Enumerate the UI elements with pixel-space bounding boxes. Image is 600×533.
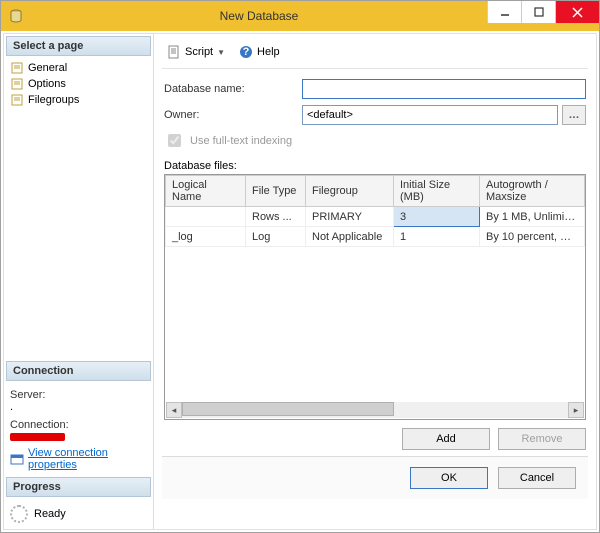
page-list: General Options Filegroups (4, 58, 153, 110)
page-item-general[interactable]: General (8, 60, 149, 76)
help-icon: ? (239, 45, 253, 59)
scroll-left-button[interactable]: ◂ (166, 402, 182, 418)
db-name-input[interactable] (302, 79, 586, 99)
link-text: View connection properties (28, 447, 147, 471)
cell-filegroup[interactable]: Not Applicable (306, 227, 394, 247)
col-filegroup[interactable]: Filegroup (306, 176, 394, 207)
server-label: Server: (10, 389, 147, 401)
server-value: . (10, 401, 147, 413)
chevron-down-icon: ▼ (217, 48, 225, 57)
page-label: Filegroups (28, 94, 79, 106)
main-panel: Script ▼ ? Help Database name: Owner: … (154, 34, 596, 529)
fulltext-checkbox (168, 134, 181, 147)
view-connection-properties-link[interactable]: View connection properties (10, 447, 147, 471)
owner-label: Owner: (164, 109, 302, 121)
grid-row[interactable]: Rows ... PRIMARY 3 By 1 MB, Unlimited (166, 207, 585, 227)
cancel-button[interactable]: Cancel (498, 467, 576, 489)
horizontal-scrollbar[interactable]: ◂ ▸ (166, 402, 584, 418)
remove-button: Remove (498, 428, 586, 450)
connection-label: Connection: (10, 419, 147, 431)
page-icon (10, 93, 24, 107)
files-grid[interactable]: Logical Name File Type Filegroup Initial… (164, 174, 586, 420)
cell-filegroup[interactable]: PRIMARY (306, 207, 394, 227)
window-controls (487, 1, 599, 31)
connection-value-redacted (10, 431, 147, 443)
close-button[interactable] (555, 1, 599, 23)
col-file-type[interactable]: File Type (246, 176, 306, 207)
page-label: Options (28, 78, 66, 90)
minimize-button[interactable] (487, 1, 521, 23)
page-item-filegroups[interactable]: Filegroups (8, 92, 149, 108)
scroll-thumb[interactable] (182, 402, 394, 416)
svg-text:?: ? (243, 46, 250, 58)
script-button[interactable]: Script ▼ (162, 42, 230, 62)
progress-status: Ready (34, 508, 66, 520)
connection-header: Connection (6, 361, 151, 381)
connection-block: Server: . Connection: View connection pr… (4, 383, 153, 475)
page-icon (10, 61, 24, 75)
progress-spinner-icon (10, 505, 28, 523)
col-logical-name[interactable]: Logical Name (166, 176, 246, 207)
owner-browse-button[interactable]: … (562, 105, 586, 125)
page-label: General (28, 62, 67, 74)
page-icon (10, 77, 24, 91)
help-button[interactable]: ? Help (234, 42, 285, 62)
files-label: Database files: (164, 160, 586, 172)
page-item-options[interactable]: Options (8, 76, 149, 92)
cell-autogrowth[interactable]: By 10 percent, Unlimited (480, 227, 585, 247)
progress-block: Ready (4, 499, 153, 529)
grid-row[interactable]: _log Log Not Applicable 1 By 10 percent,… (166, 227, 585, 247)
cell-filetype[interactable]: Log (246, 227, 306, 247)
cell-logical[interactable]: _log (166, 227, 246, 247)
progress-header: Progress (6, 477, 151, 497)
cell-size[interactable]: 3 (394, 207, 480, 227)
help-label: Help (257, 46, 280, 58)
cell-autogrowth[interactable]: By 1 MB, Unlimited (480, 207, 585, 227)
db-name-label: Database name: (164, 83, 302, 95)
dialog-new-database: New Database Select a page General Optio… (0, 0, 600, 533)
cell-size[interactable]: 1 (394, 227, 480, 247)
toolbar: Script ▼ ? Help (162, 38, 588, 69)
script-label: Script (185, 46, 213, 58)
owner-input[interactable] (302, 105, 558, 125)
titlebar: New Database (1, 1, 599, 31)
properties-icon (10, 452, 24, 466)
cell-logical[interactable] (166, 207, 246, 227)
dialog-footer: OK Cancel (162, 456, 588, 499)
window-title: New Database (31, 9, 487, 23)
script-icon (167, 45, 181, 59)
scroll-right-button[interactable]: ▸ (568, 402, 584, 418)
cell-filetype[interactable]: Rows ... (246, 207, 306, 227)
sidebar: Select a page General Options Filegroups… (4, 34, 154, 529)
database-icon (7, 7, 25, 25)
add-button[interactable]: Add (402, 428, 490, 450)
scroll-track[interactable] (182, 402, 568, 418)
maximize-button[interactable] (521, 1, 555, 23)
fulltext-label: Use full-text indexing (190, 135, 292, 147)
col-initial-size[interactable]: Initial Size (MB) (394, 176, 480, 207)
ok-button[interactable]: OK (410, 467, 488, 489)
grid-header-row: Logical Name File Type Filegroup Initial… (166, 176, 585, 207)
col-autogrowth[interactable]: Autogrowth / Maxsize (480, 176, 585, 207)
select-page-header: Select a page (6, 36, 151, 56)
form: Database name: Owner: … Use full-text in… (162, 69, 588, 456)
